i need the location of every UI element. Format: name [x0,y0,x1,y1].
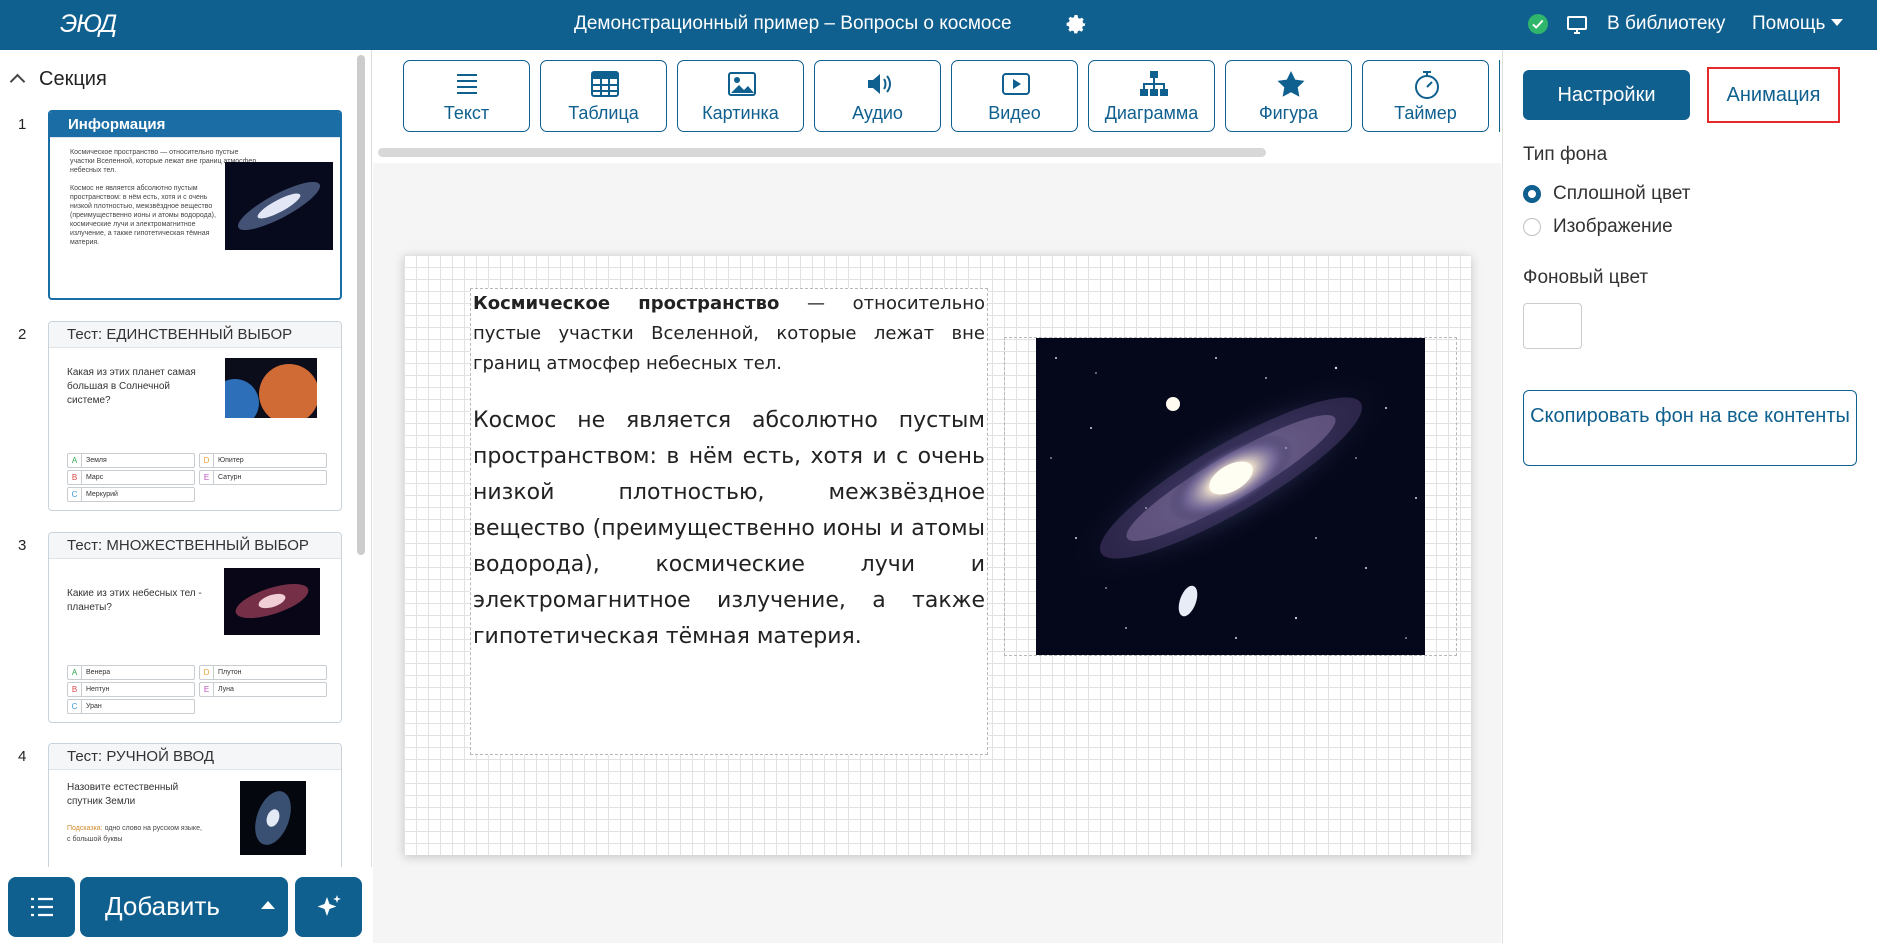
tool-video-button[interactable]: Видео [951,60,1078,132]
tab-animation[interactable]: Анимация [1707,67,1840,123]
background-color-picker[interactable] [1523,303,1582,349]
tool-timer-button[interactable]: Таймер [1362,60,1489,132]
radio-image[interactable] [1523,218,1541,236]
slide-title: Тест: МНОЖЕСТВЕННЫЙ ВЫБОР [49,533,341,559]
slide-number: 2 [18,326,27,343]
definition-paragraph: Космическое пространство — относительно … [473,289,985,379]
hint-text: Подсказка: одно слово на русском языке, … [67,825,202,843]
term-text: Космическое пространство [473,293,780,314]
monitor-icon[interactable] [1566,14,1588,36]
background-type-label: Тип фона [1523,144,1608,165]
tool-shape-button[interactable]: Фигура [1225,60,1352,132]
slide-thumbnail-3[interactable]: Тест: МНОЖЕСТВЕННЫЙ ВЫБОР Какие из этих … [48,532,342,723]
slide-text-block[interactable]: Космическое пространство — относительно … [470,288,988,755]
answer-option: A Земля [67,453,195,468]
answer-option: E Сатурн [199,470,327,485]
tool-text-button[interactable]: Текст [403,60,530,132]
tool-label: Видео [988,103,1041,123]
slide-number: 4 [18,748,27,765]
add-slide-button[interactable]: Добавить [80,877,288,937]
app-logo[interactable]: ЭЮД [60,10,117,39]
tool-label: Диаграмма [1104,103,1199,123]
radio-solid-color[interactable] [1523,185,1541,203]
question-text: Какая из этих планет самая большая в Сол… [67,367,196,406]
sparkles-icon [317,895,341,916]
body-paragraph: Космос не является абсолютно пустым прос… [473,408,985,649]
library-link[interactable]: В библиотеку [1607,13,1725,35]
slide-title: Тест: РУЧНОЙ ВВОД [49,744,341,770]
help-menu[interactable]: Помощь [1752,13,1844,35]
slide-number: 1 [18,116,27,133]
galaxy-image[interactable] [1036,338,1425,655]
slides-scrollbar[interactable] [357,55,365,555]
copy-background-button[interactable]: Скопировать фон на все контенты [1523,390,1857,466]
radio-solid-color-label[interactable]: Сплошной цвет [1553,183,1690,205]
text-icon [457,74,477,94]
timer-icon [1415,71,1439,99]
tool-table-button[interactable]: Таблица [540,60,667,132]
slide-thumbnail-2[interactable]: Тест: ЕДИНСТВЕННЫЙ ВЫБОР Какая из этих п… [48,321,342,511]
slide-list-button[interactable] [8,877,75,937]
radio-image-label[interactable]: Изображение [1553,216,1673,238]
slide-thumbnail-1[interactable]: Информация Космическое пространство — от… [48,110,342,300]
table-icon [591,71,619,97]
diagram-icon [1140,71,1168,96]
video-icon [1002,73,1030,95]
tab-settings[interactable]: Настройки [1523,70,1690,120]
planets-thumbnail-image [225,358,317,418]
galaxy-thumbnail-image [225,162,333,250]
chevron-up-icon [9,73,26,90]
answer-option: E Луна [199,682,327,697]
answer-option: B Марс [67,470,195,485]
slide-title: Информация [50,112,340,138]
tool-label: Таймер [1394,103,1457,123]
background-color-label: Фоновый цвет [1523,267,1649,288]
answer-option: A Венера [67,665,195,680]
answer-option: D Плутон [199,665,327,680]
gear-icon[interactable] [1064,13,1088,37]
tool-label: Таблица [568,103,639,123]
add-slide-label: Добавить [105,891,220,921]
tool-label: Аудио [852,103,903,123]
audio-icon [868,74,891,94]
galaxy-thumbnail-image [224,568,320,635]
toolbar-scrollbar[interactable] [378,148,1266,157]
tool-label: Картинка [702,103,779,123]
slide-thumbnail-4[interactable]: Тест: РУЧНОЙ ВВОД Назовите естественный … [48,743,342,867]
tool-label: Текст [443,103,490,123]
section-header[interactable]: Секция [9,68,107,91]
top-bar: ЭЮД Демонстрационный пример – Вопросы о … [0,0,1877,50]
help-menu-label: Помощь [1752,13,1826,34]
slide-title: Тест: ЕДИНСТВЕННЫЙ ВЫБОР [49,322,341,348]
saved-status-icon [1528,14,1548,34]
answer-option: C Уран [67,699,195,714]
image-icon [728,72,756,96]
section-label: Секция [39,68,107,90]
answer-option: B Нептун [67,682,195,697]
question-text: Какие из этих небесных тел - планеты? [67,588,202,613]
answer-option: D Юпитер [199,453,327,468]
list-icon [31,897,53,917]
question-text: Назовите естественный спутник Земли [67,782,179,807]
answer-option: C Меркурий [67,487,195,502]
star-icon [1277,71,1305,97]
chevron-up-icon[interactable] [261,901,275,909]
chevron-down-icon [1831,19,1844,26]
tool-image-button[interactable]: Картинка [677,60,804,132]
slide-thumb-text: Космос не является абсолютно пустым прос… [70,185,216,246]
document-title: Демонстрационный пример – Вопросы о косм… [574,13,1012,34]
tool-diagram-button[interactable]: Диаграмма [1088,60,1215,132]
tool-audio-button[interactable]: Аудио [814,60,941,132]
ai-generate-button[interactable] [295,877,362,937]
tool-label: Фигура [1258,103,1319,123]
galaxy-thumbnail-image [240,781,306,855]
slide-number: 3 [18,537,27,554]
